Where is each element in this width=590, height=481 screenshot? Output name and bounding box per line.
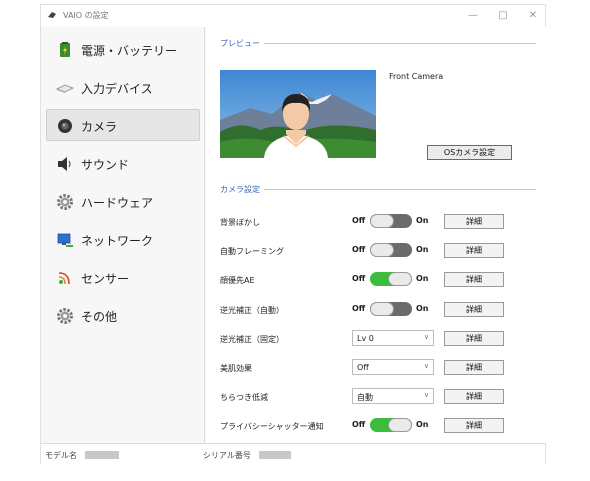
backlight-fixed-label: 逆光補正（固定） — [220, 335, 284, 344]
sidebar-item-power-battery[interactable]: 電源・バッテリー — [46, 33, 200, 65]
skin-smoothing-select[interactable]: Off ∨ — [352, 359, 434, 375]
backlight-auto-toggle-group: Off On — [352, 302, 429, 316]
divider — [220, 189, 536, 190]
face-priority-ae-toggle[interactable] — [370, 272, 412, 286]
camera-preview-image — [220, 70, 376, 158]
flicker-reduction-select[interactable]: 自動 ∨ — [352, 388, 434, 404]
auto-framing-detail-button[interactable]: 詳細 — [444, 243, 504, 258]
auto-framing-toggle[interactable] — [370, 243, 412, 257]
settings-window: VAIO の設定 — □ ✕ 電源・バッテリー 入力デバイス カメラ サウンド … — [40, 4, 547, 465]
camera-icon — [58, 119, 72, 133]
on-label: On — [416, 216, 429, 225]
on-label: On — [416, 274, 429, 283]
off-label: Off — [352, 420, 366, 429]
backlight-fixed-select[interactable]: Lv 0 ∨ — [352, 330, 434, 346]
sidebar: 電源・バッテリー 入力デバイス カメラ サウンド ハードウェア ネットワーク セ… — [41, 27, 205, 443]
camera-settings-section-title: カメラ設定 — [220, 184, 264, 195]
backlight-auto-detail-button[interactable]: 詳細 — [444, 302, 504, 317]
sidebar-item-label: 入力デバイス — [81, 82, 153, 96]
sidebar-item-label: カメラ — [81, 120, 118, 134]
sidebar-item-input-devices[interactable]: 入力デバイス — [46, 71, 200, 103]
maximize-icon[interactable]: □ — [495, 8, 511, 24]
camera-name: Front Camera — [389, 72, 444, 81]
sidebar-item-label: その他 — [81, 310, 118, 324]
sidebar-item-network[interactable]: ネットワーク — [46, 223, 200, 255]
sidebar-item-sensor[interactable]: センサー — [46, 261, 200, 293]
on-label: On — [416, 420, 429, 429]
camera-settings-panel: プレビュー Front Camera OSカメラ設定 カメラ設定 背景ぼかし O… — [206, 27, 547, 443]
model-name-label: モデル名 — [45, 451, 77, 460]
select-value: 自動 — [357, 393, 373, 402]
auto-framing-label: 自動フレーミング — [220, 247, 284, 256]
off-label: Off — [352, 274, 366, 283]
model-name-redacted — [85, 451, 119, 459]
serial-number-redacted — [259, 451, 291, 459]
off-label: Off — [352, 245, 366, 254]
face-priority-ae-detail-button[interactable]: 詳細 — [444, 272, 504, 287]
status-bar: モデル名 シリアル番号 — [41, 443, 545, 465]
backlight-fixed-detail-button[interactable]: 詳細 — [444, 331, 504, 346]
keyboard-icon — [56, 84, 74, 93]
sidebar-item-label: サウンド — [81, 158, 130, 172]
off-label: Off — [352, 304, 366, 313]
background-blur-toggle-group: Off On — [352, 214, 429, 228]
gear-icon — [57, 194, 73, 210]
serial-number-label: シリアル番号 — [203, 451, 251, 460]
off-label: Off — [352, 216, 366, 225]
backlight-auto-label: 逆光補正（自動） — [220, 306, 284, 315]
sidebar-item-label: センサー — [81, 272, 130, 286]
close-icon[interactable]: ✕ — [525, 8, 541, 24]
minimize-icon[interactable]: — — [465, 8, 481, 24]
chevron-down-icon: ∨ — [423, 362, 429, 370]
chevron-down-icon: ∨ — [423, 391, 429, 399]
vaio-app-icon — [48, 12, 56, 18]
speaker-icon — [58, 157, 71, 171]
background-blur-toggle[interactable] — [370, 214, 412, 228]
camera-preview — [220, 70, 376, 158]
sensor-icon — [58, 272, 70, 285]
flicker-reduction-detail-button[interactable]: 詳細 — [444, 389, 504, 404]
sidebar-item-label: 電源・バッテリー — [81, 44, 178, 58]
face-priority-ae-label: 顔優先AE — [220, 276, 255, 285]
skin-smoothing-detail-button[interactable]: 詳細 — [444, 360, 504, 375]
sidebar-item-hardware[interactable]: ハードウェア — [46, 185, 200, 217]
select-value: Off — [357, 363, 369, 372]
skin-smoothing-label: 美肌効果 — [220, 364, 252, 373]
privacy-shutter-notice-toggle-group: Off On — [352, 418, 429, 432]
os-camera-settings-button[interactable]: OSカメラ設定 — [427, 145, 512, 160]
privacy-shutter-notice-label: プライバシーシャッター通知 — [220, 422, 324, 431]
sidebar-item-camera[interactable]: カメラ — [46, 109, 200, 141]
face-priority-ae-toggle-group: Off On — [352, 272, 429, 286]
network-icon — [57, 233, 73, 247]
background-blur-detail-button[interactable]: 詳細 — [444, 214, 504, 229]
sidebar-item-other[interactable]: その他 — [46, 299, 200, 331]
title-bar: VAIO の設定 — □ ✕ — [41, 5, 545, 27]
background-blur-label: 背景ぼかし — [220, 218, 260, 227]
privacy-shutter-notice-detail-button[interactable]: 詳細 — [444, 418, 504, 433]
gear-icon — [57, 308, 73, 324]
chevron-down-icon: ∨ — [423, 333, 429, 341]
select-value: Lv 0 — [357, 334, 374, 343]
window-title: VAIO の設定 — [63, 11, 109, 20]
flicker-reduction-label: ちらつき低減 — [220, 393, 268, 402]
on-label: On — [416, 245, 429, 254]
battery-icon — [60, 42, 70, 57]
divider — [220, 43, 536, 44]
sidebar-item-label: ハードウェア — [81, 196, 154, 210]
privacy-shutter-notice-toggle[interactable] — [370, 418, 412, 432]
sidebar-item-sound[interactable]: サウンド — [46, 147, 200, 179]
preview-section-title: プレビュー — [220, 38, 264, 49]
auto-framing-toggle-group: Off On — [352, 243, 429, 257]
sidebar-item-label: ネットワーク — [81, 234, 154, 248]
on-label: On — [416, 304, 429, 313]
backlight-auto-toggle[interactable] — [370, 302, 412, 316]
